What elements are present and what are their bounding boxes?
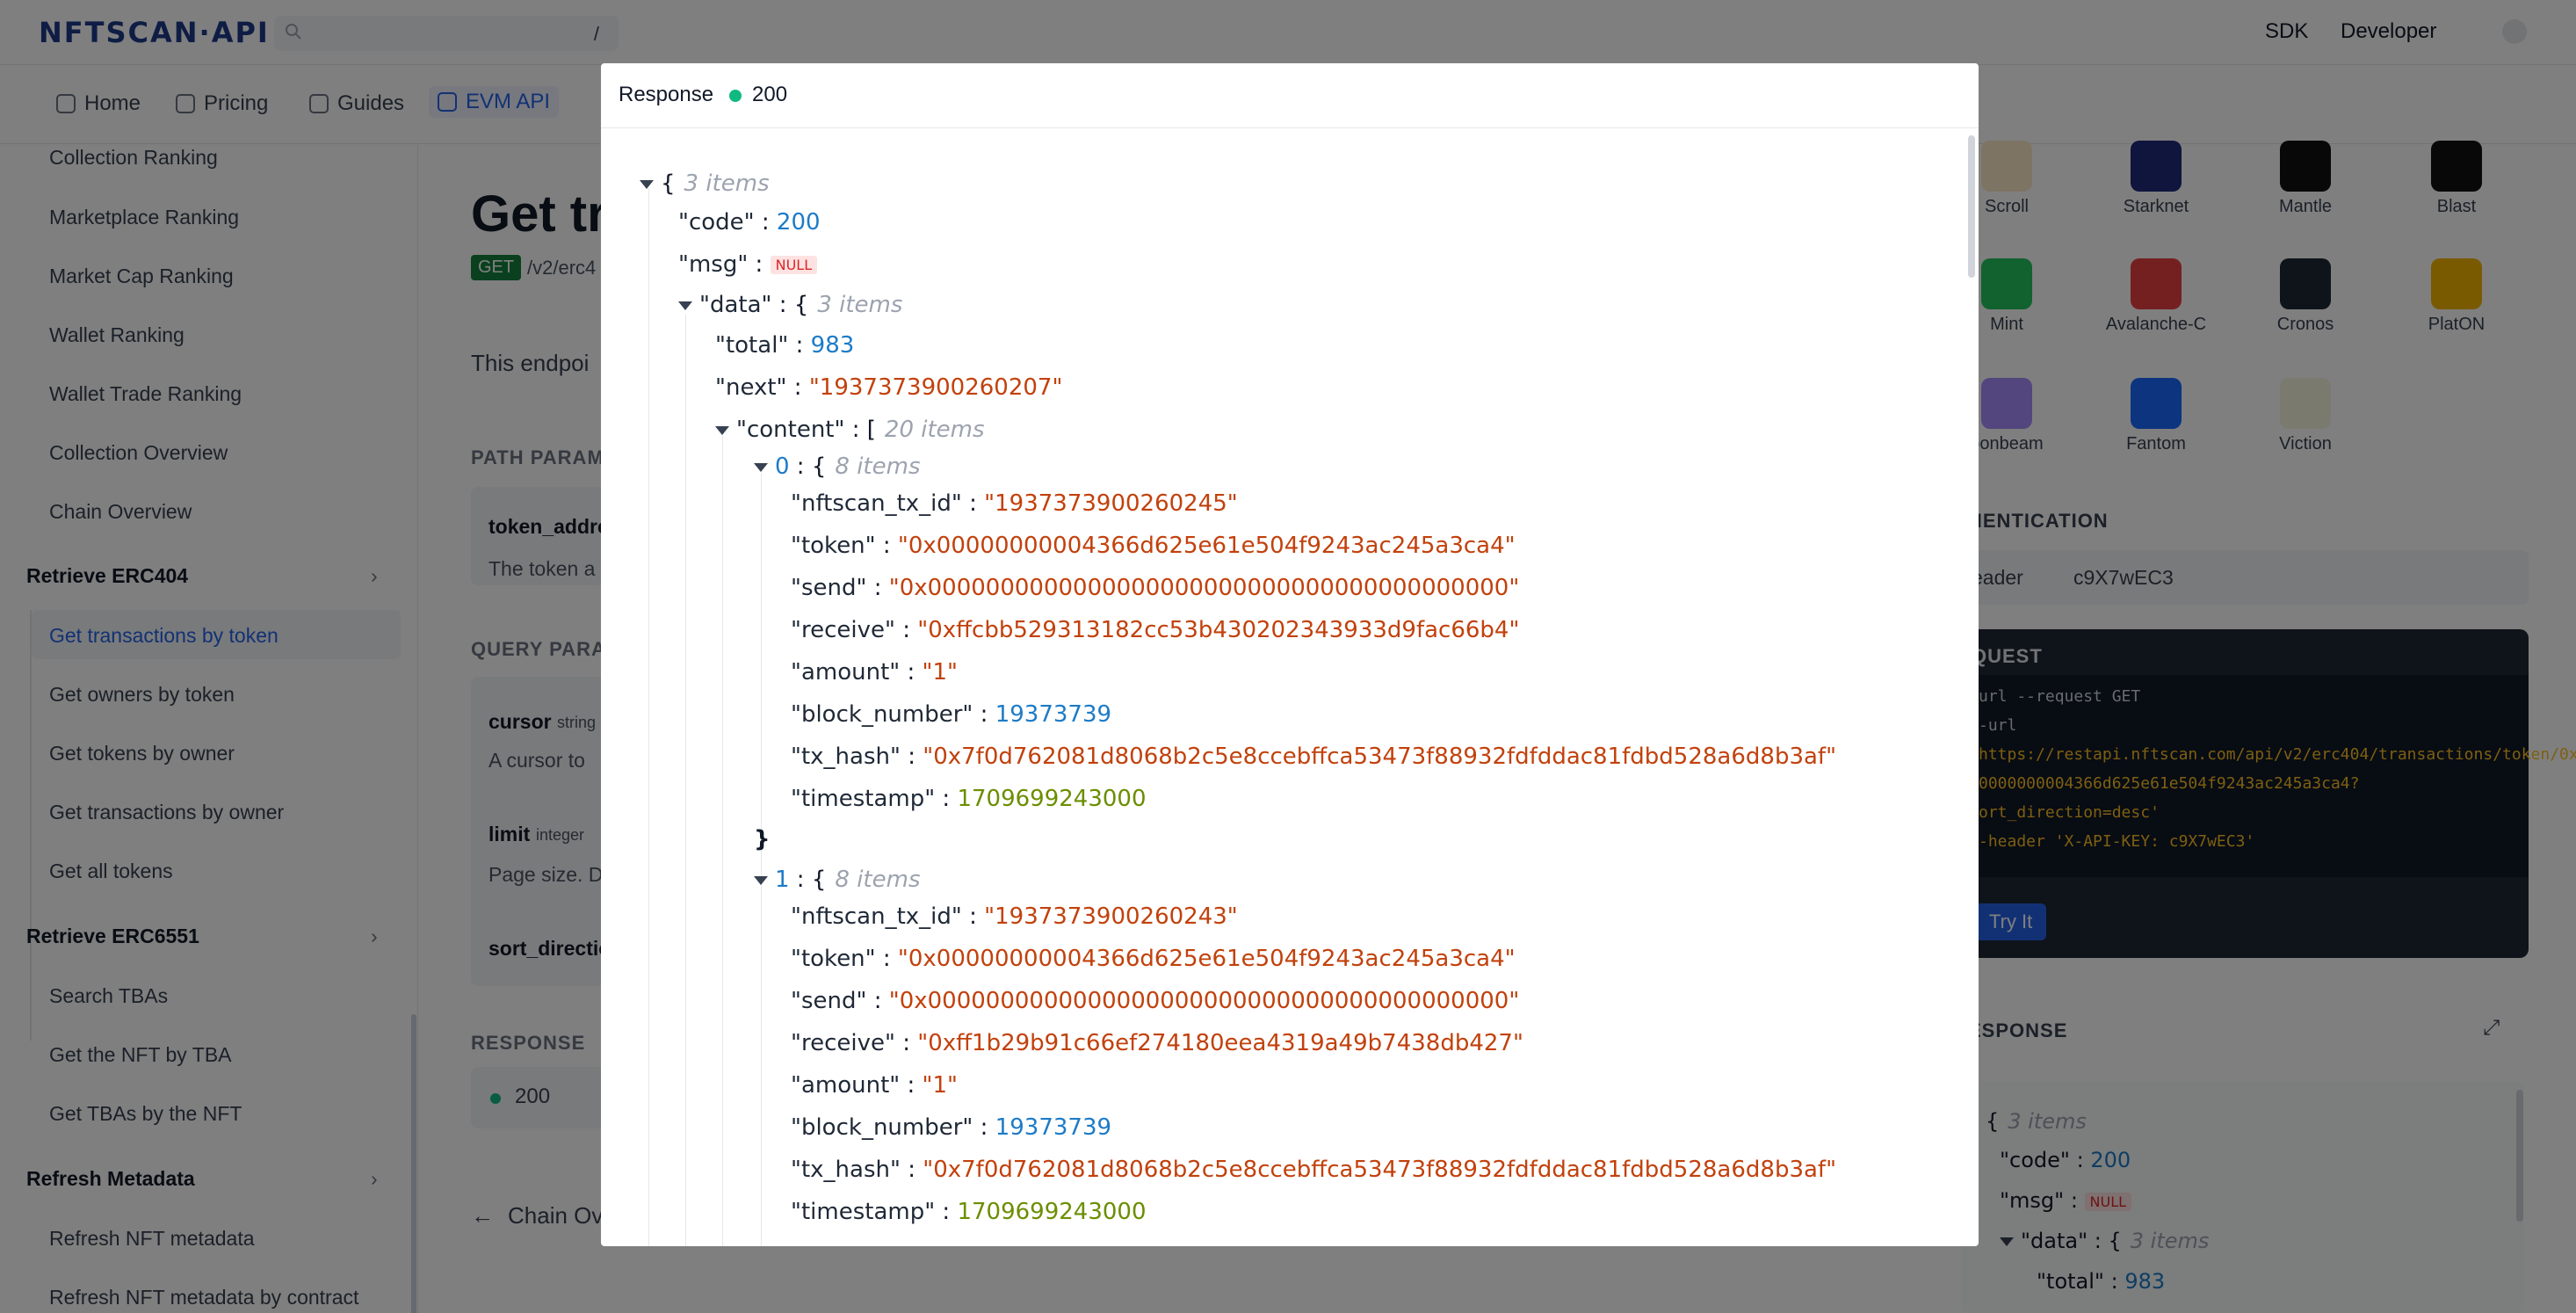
collapse-icon [754, 462, 768, 472]
json-line: "token" : "0x00000000004366d625e61e504f9… [791, 533, 1516, 559]
json-root[interactable]: {3 items [640, 170, 770, 197]
json-line: "block_number" : 19373739 [791, 1114, 1112, 1141]
status-code: 200 [752, 83, 788, 106]
response-modal: Response 200 {3 items "code" : 200 "msg"… [601, 63, 1979, 1246]
modal-title: Response [619, 83, 714, 106]
json-line: "msg" : NULL [678, 251, 818, 278]
collapse-icon [640, 179, 654, 189]
status-dot [729, 90, 742, 102]
json-line: "tx_hash" : "0x7f0d762081d8068b2c5e8cceb… [791, 744, 1837, 770]
json-data-node[interactable]: "data" : {3 items [678, 292, 902, 318]
json-line: "tx_hash" : "0x7f0d762081d8068b2c5e8cceb… [791, 1157, 1837, 1183]
json-line: "timestamp" : 1709699243000 [791, 786, 1147, 812]
collapse-icon [754, 875, 768, 885]
collapse-icon [715, 425, 729, 435]
json-line: "timestamp" : 1709699243000 [791, 1199, 1147, 1225]
indent-guide [685, 315, 686, 1246]
json-line: "nftscan_tx_id" : "1937373900260243" [791, 903, 1238, 930]
json-line: "nftscan_tx_id" : "1937373900260245" [791, 490, 1238, 517]
json-line: "code" : 200 [678, 209, 821, 236]
modal-header: Response 200 [601, 63, 1979, 128]
indent-guide [722, 436, 723, 1246]
json-content-node[interactable]: "content" : [20 items [715, 417, 985, 443]
json-item-node[interactable]: 1 : {8 items [754, 867, 920, 893]
json-line: "total" : 983 [715, 332, 855, 359]
json-close-brace: } [754, 826, 771, 852]
json-line: "amount" : "1" [791, 1072, 959, 1099]
indent-guide [648, 188, 649, 1246]
json-line: "receive" : "0xff1b29b91c66ef274180eea43… [791, 1030, 1523, 1056]
json-line: "send" : "0x0000000000000000000000000000… [791, 575, 1520, 601]
json-line: "token" : "0x00000000004366d625e61e504f9… [791, 946, 1516, 972]
modal-scrollbar[interactable] [1968, 135, 1975, 278]
json-line: "amount" : "1" [791, 659, 959, 686]
json-item-node[interactable]: 0 : {8 items [754, 453, 920, 480]
collapse-icon [678, 301, 692, 310]
json-line: "send" : "0x0000000000000000000000000000… [791, 988, 1520, 1014]
json-line: "receive" : "0xffcbb529313182cc53b430202… [791, 617, 1520, 643]
json-line: "next" : "1937373900260207" [715, 374, 1063, 401]
indent-guide [761, 473, 762, 1246]
json-line: "block_number" : 19373739 [791, 701, 1112, 728]
